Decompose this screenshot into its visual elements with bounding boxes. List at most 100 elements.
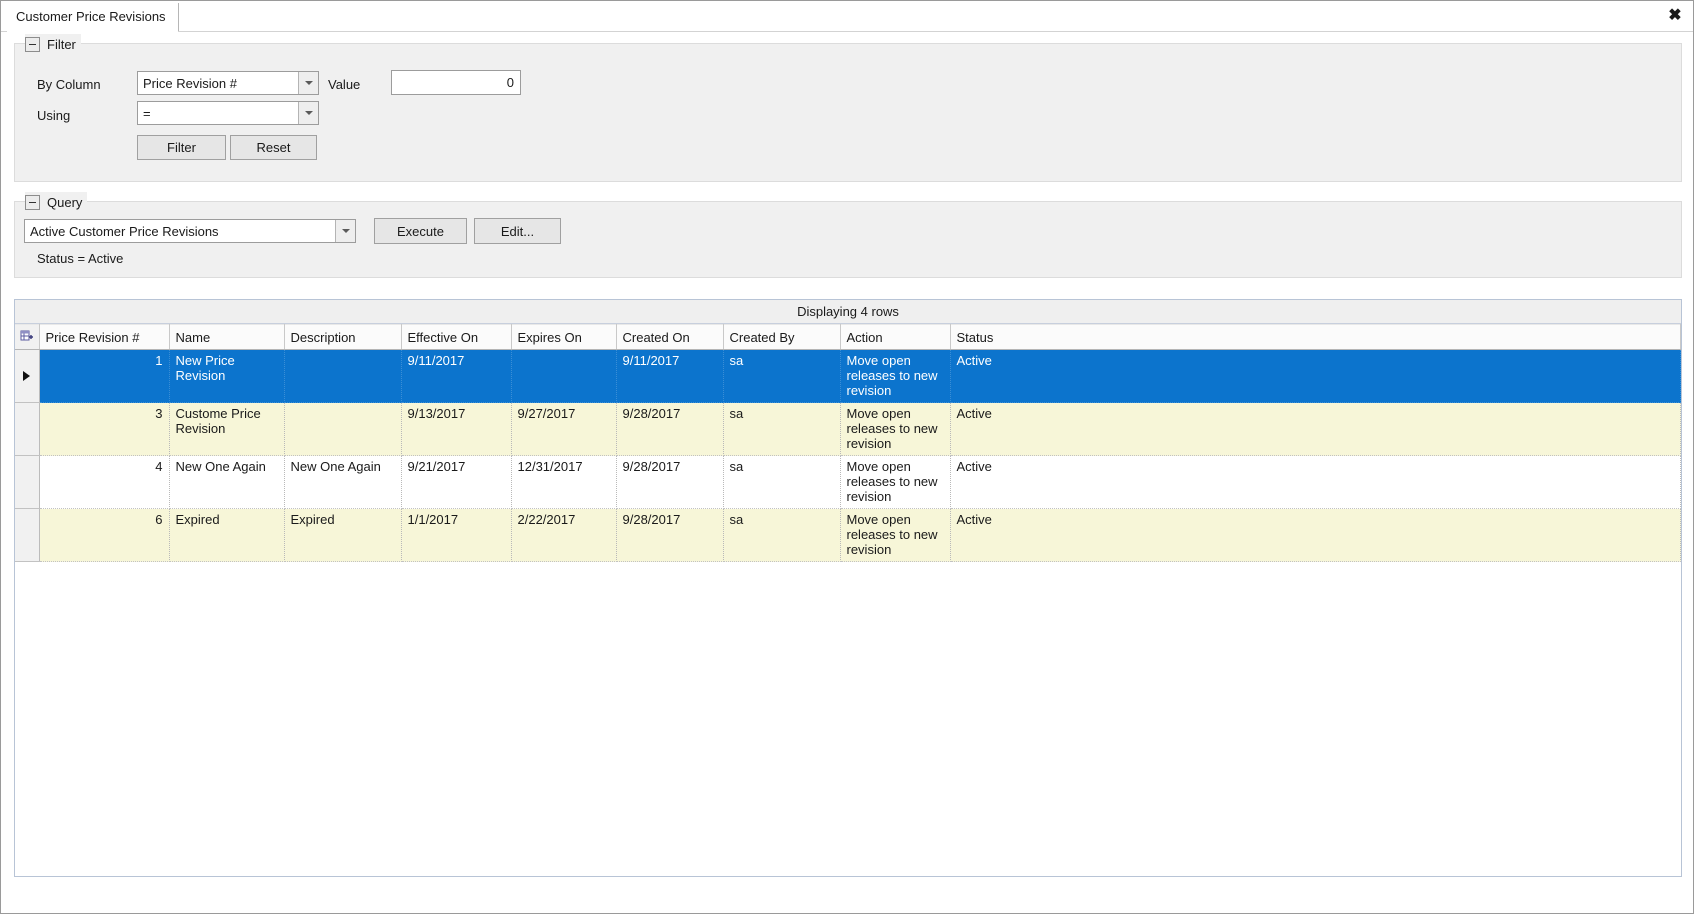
query-group: Query Active Customer Price Revisions Ex… [14, 192, 1682, 278]
cell-created-by[interactable]: sa [723, 508, 841, 562]
table-row[interactable]: 6 Expired Expired 1/1/2017 2/22/2017 9/28/201… [15, 508, 1681, 562]
cell-effective-on[interactable]: 9/21/2017 [401, 455, 512, 509]
col-price-revision[interactable]: Price Revision # [39, 324, 170, 350]
cell-revision[interactable]: 6 [39, 508, 170, 562]
cell-description[interactable]: New One Again [284, 455, 402, 509]
row-selector[interactable] [15, 402, 40, 456]
col-label: Created By [729, 329, 795, 345]
col-label: Description [290, 329, 356, 345]
grid-row-count-text: Displaying 4 rows [797, 304, 899, 319]
execute-button[interactable]: Execute [374, 218, 467, 244]
cell-description[interactable]: Expired [284, 508, 402, 562]
query-group-caption: Query [25, 192, 88, 212]
col-name[interactable]: Name [169, 324, 285, 350]
value-input[interactable]: 0 [391, 70, 521, 95]
using-label: Using [37, 108, 71, 123]
cell-revision[interactable]: 1 [39, 349, 170, 403]
cell-created-by[interactable]: sa [723, 402, 841, 456]
cell-description[interactable] [284, 402, 402, 456]
chevron-down-icon[interactable] [335, 220, 355, 242]
col-action[interactable]: Action [840, 324, 951, 350]
cell-effective-on[interactable]: 9/13/2017 [401, 402, 512, 456]
cell-description[interactable] [284, 349, 402, 403]
cell-status[interactable]: Active [950, 455, 1681, 509]
query-status-line: Status = Active [37, 251, 124, 266]
cell-effective-on[interactable]: 1/1/2017 [401, 508, 512, 562]
by-column-value: Price Revision # [143, 75, 237, 91]
cell-created-by[interactable]: sa [723, 455, 841, 509]
col-label: Status [956, 329, 994, 345]
cell-status[interactable]: Active [950, 402, 1681, 456]
results-table: Price Revision # Name Description Effect… [15, 324, 1681, 562]
chevron-down-icon[interactable] [298, 72, 318, 94]
query-group-title: Query [47, 194, 83, 210]
cell-name[interactable]: New One Again [169, 455, 285, 509]
cell-expires-on[interactable]: 2/22/2017 [511, 508, 617, 562]
cell-created-by[interactable]: sa [723, 349, 841, 403]
filter-group: Filter By Column Price Revision # Value … [14, 34, 1682, 182]
cell-created-on[interactable]: 9/28/2017 [616, 508, 724, 562]
col-expires-on[interactable]: Expires On [511, 324, 617, 350]
tab-strip: Customer Price Revisions ✖ [1, 1, 1693, 33]
grid-select-all-icon[interactable] [15, 324, 40, 350]
collapse-filter-icon[interactable] [25, 36, 40, 52]
row-selector[interactable] [15, 349, 40, 403]
query-select-combo[interactable]: Active Customer Price Revisions [24, 219, 356, 243]
col-label: Effective On [407, 329, 479, 345]
reset-button[interactable]: Reset [230, 135, 317, 160]
results-grid-panel: Displaying 4 rows Price Revision # Name … [14, 299, 1682, 877]
grid-row-count-caption: Displaying 4 rows [15, 300, 1681, 324]
col-label: Price Revision # [45, 329, 140, 345]
grid-scroll-area[interactable]: Price Revision # Name Description Effect… [15, 324, 1681, 562]
cell-expires-on[interactable]: 12/31/2017 [511, 455, 617, 509]
cell-expires-on[interactable]: 9/27/2017 [511, 402, 617, 456]
filter-group-title: Filter [47, 36, 76, 52]
cell-name[interactable]: Custome Price Revision [169, 402, 285, 456]
table-body: 1 New Price Revision 9/11/2017 9/11/2017 sa M… [15, 349, 1681, 562]
using-combo[interactable]: = [137, 101, 319, 125]
cell-name[interactable]: Expired [169, 508, 285, 562]
query-select-value: Active Customer Price Revisions [30, 223, 219, 239]
col-created-by[interactable]: Created By [723, 324, 841, 350]
col-label: Action [846, 329, 883, 345]
filter-button[interactable]: Filter [137, 135, 226, 160]
cell-created-on[interactable]: 9/28/2017 [616, 402, 724, 456]
application-window: Customer Price Revisions ✖ Filter By Col… [0, 0, 1694, 914]
col-status[interactable]: Status [950, 324, 1681, 350]
cell-created-on[interactable]: 9/28/2017 [616, 455, 724, 509]
col-description[interactable]: Description [284, 324, 402, 350]
cell-action[interactable]: Move open releases to new revision [840, 508, 951, 562]
table-row[interactable]: 3 Custome Price Revision 9/13/2017 9/27/201… [15, 402, 1681, 456]
col-created-on[interactable]: Created On [616, 324, 724, 350]
table-row[interactable]: 4 New One Again New One Again 9/21/2017 12/3… [15, 455, 1681, 509]
row-selector[interactable] [15, 455, 40, 509]
current-row-arrow-icon [23, 370, 31, 381]
cell-effective-on[interactable]: 9/11/2017 [401, 349, 512, 403]
close-icon[interactable]: ✖ [1663, 4, 1687, 26]
row-selector[interactable] [15, 508, 40, 562]
table-header-row: Price Revision # Name Description Effect… [15, 324, 1681, 350]
collapse-query-icon[interactable] [25, 194, 40, 210]
using-value: = [143, 105, 151, 121]
cell-revision[interactable]: 3 [39, 402, 170, 456]
grid-glyph-icon [20, 330, 33, 341]
value-label: Value [328, 77, 361, 92]
col-label: Expires On [517, 329, 582, 345]
cell-revision[interactable]: 4 [39, 455, 170, 509]
col-label: Created On [622, 329, 690, 345]
table-row[interactable]: 1 New Price Revision 9/11/2017 9/11/2017 sa M… [15, 349, 1681, 403]
cell-action[interactable]: Move open releases to new revision [840, 349, 951, 403]
edit-button[interactable]: Edit... [474, 218, 561, 244]
tab-label: Customer Price Revisions [16, 9, 166, 24]
cell-action[interactable]: Move open releases to new revision [840, 455, 951, 509]
tab-customer-price-revisions[interactable]: Customer Price Revisions [7, 3, 179, 31]
cell-created-on[interactable]: 9/11/2017 [616, 349, 724, 403]
cell-action[interactable]: Move open releases to new revision [840, 402, 951, 456]
col-effective-on[interactable]: Effective On [401, 324, 512, 350]
cell-status[interactable]: Active [950, 349, 1681, 403]
cell-name[interactable]: New Price Revision [169, 349, 285, 403]
by-column-combo[interactable]: Price Revision # [137, 71, 319, 95]
cell-expires-on[interactable] [511, 349, 617, 403]
cell-status[interactable]: Active [950, 508, 1681, 562]
chevron-down-icon[interactable] [298, 102, 318, 124]
